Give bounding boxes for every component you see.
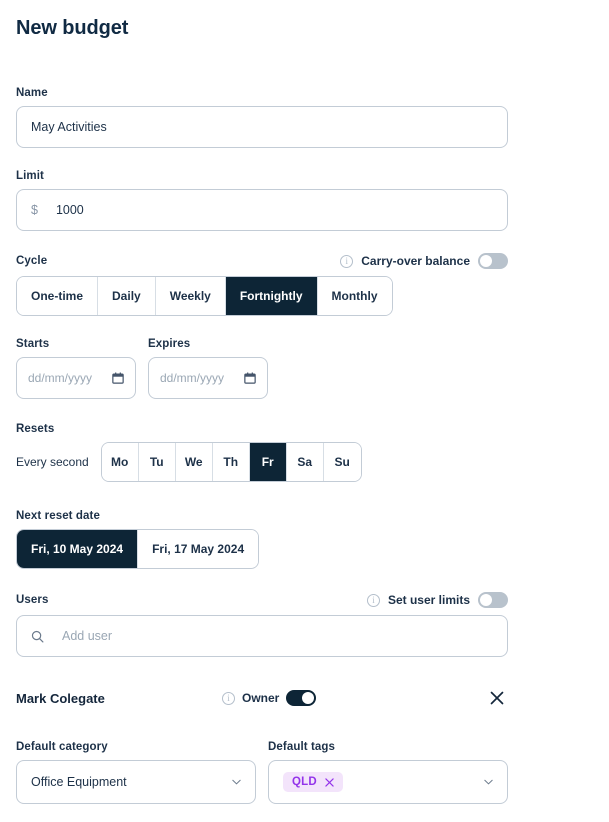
carry-over-balance-toggle[interactable]: [478, 253, 508, 269]
default-tags-group: Default tags QLD: [268, 741, 508, 804]
limit-input[interactable]: $ 1000: [16, 189, 508, 231]
owner-toggle[interactable]: [286, 690, 316, 706]
toggle-knob: [302, 692, 314, 704]
add-user-placeholder: Add user: [62, 629, 112, 643]
cycle-option-fortnightly[interactable]: Fortnightly: [226, 277, 318, 315]
starts-field-group: Starts dd/mm/yyyy: [16, 338, 136, 399]
expires-date-input[interactable]: dd/mm/yyyy: [148, 357, 268, 399]
cycle-group: Cycle i Carry-over balance One-time Dail…: [16, 253, 593, 316]
name-input-value: May Activities: [31, 120, 107, 134]
user-list-item: Mark Colegate i Owner: [16, 675, 508, 721]
tag-chip-label: QLD: [292, 776, 317, 788]
day-option-fr[interactable]: Fr: [250, 443, 287, 481]
search-icon: [31, 630, 44, 643]
day-option-su[interactable]: Su: [324, 443, 361, 481]
info-circle-icon: i: [367, 594, 380, 607]
day-option-we[interactable]: We: [176, 443, 213, 481]
info-circle-icon: i: [222, 692, 235, 705]
date-range-group: Starts dd/mm/yyyy Expires dd/mm/yyyy: [16, 338, 593, 399]
cycle-option-daily[interactable]: Daily: [98, 277, 156, 315]
day-option-th[interactable]: Th: [213, 443, 250, 481]
owner-label: Owner: [242, 691, 279, 705]
chevron-down-icon: [484, 779, 493, 785]
toggle-knob: [480, 255, 492, 267]
add-user-input[interactable]: Add user: [16, 615, 508, 657]
calendar-icon[interactable]: [244, 372, 256, 384]
starts-placeholder: dd/mm/yyyy: [28, 371, 92, 385]
starts-label: Starts: [16, 338, 136, 350]
starts-date-input[interactable]: dd/mm/yyyy: [16, 357, 136, 399]
day-option-sa[interactable]: Sa: [287, 443, 324, 481]
next-reset-option-first[interactable]: Fri, 10 May 2024: [17, 530, 138, 568]
resets-prefix: Every second: [16, 455, 89, 469]
name-field-group: Name May Activities: [16, 87, 593, 148]
day-option-mo[interactable]: Mo: [102, 443, 139, 481]
users-header-row: Users i Set user limits: [16, 592, 508, 608]
resets-group: Resets Every second Mo Tu We Th Fr Sa Su: [16, 423, 593, 482]
resets-label: Resets: [16, 423, 593, 435]
cycle-option-weekly[interactable]: Weekly: [156, 277, 226, 315]
close-icon: [490, 691, 504, 705]
limit-input-value: 1000: [56, 203, 84, 217]
currency-prefix: $: [31, 203, 38, 217]
next-reset-option-second[interactable]: Fri, 17 May 2024: [138, 530, 258, 568]
close-icon[interactable]: [325, 778, 334, 787]
expires-label: Expires: [148, 338, 268, 350]
cycle-segmented-control[interactable]: One-time Daily Weekly Fortnightly Monthl…: [16, 276, 393, 316]
remove-user-button[interactable]: [486, 687, 508, 709]
limit-label: Limit: [16, 170, 593, 182]
resets-day-selector[interactable]: Mo Tu We Th Fr Sa Su: [101, 442, 362, 482]
next-reset-date-selector[interactable]: Fri, 10 May 2024 Fri, 17 May 2024: [16, 529, 259, 569]
default-category-value: Office Equipment: [31, 775, 127, 789]
default-category-group: Default category Office Equipment: [16, 741, 256, 804]
day-option-tu[interactable]: Tu: [139, 443, 176, 481]
toggle-knob: [480, 594, 492, 606]
default-tags-label: Default tags: [268, 741, 508, 753]
name-label: Name: [16, 87, 593, 99]
default-tags-select[interactable]: QLD: [268, 760, 508, 804]
page-title: New budget: [16, 0, 593, 40]
name-input[interactable]: May Activities: [16, 106, 508, 148]
tag-chip[interactable]: QLD: [283, 772, 343, 792]
next-reset-date-group: Next reset date Fri, 10 May 2024 Fri, 17…: [16, 510, 593, 569]
default-category-select[interactable]: Office Equipment: [16, 760, 256, 804]
set-user-limits-control[interactable]: i Set user limits: [367, 592, 508, 608]
user-name: Mark Colegate: [16, 691, 222, 706]
defaults-row: Default category Office Equipment Defaul…: [16, 741, 593, 804]
cycle-option-one-time[interactable]: One-time: [17, 277, 98, 315]
limit-field-group: Limit $ 1000: [16, 170, 593, 231]
set-user-limits-label: Set user limits: [388, 593, 470, 607]
new-budget-form: New budget Name May Activities Limit $ 1…: [0, 0, 609, 822]
users-group: Users i Set user limits Add user Mark Co…: [16, 592, 593, 721]
default-category-label: Default category: [16, 741, 256, 753]
carry-over-balance-label: Carry-over balance: [361, 254, 470, 268]
chevron-down-icon: [232, 779, 241, 785]
owner-control[interactable]: i Owner: [222, 690, 316, 706]
info-circle-icon: i: [340, 255, 353, 268]
carry-over-balance-control[interactable]: i Carry-over balance: [340, 253, 508, 269]
cycle-header-row: Cycle i Carry-over balance: [16, 253, 508, 269]
next-reset-date-label: Next reset date: [16, 510, 593, 522]
cycle-option-monthly[interactable]: Monthly: [318, 277, 392, 315]
expires-placeholder: dd/mm/yyyy: [160, 371, 224, 385]
users-label: Users: [16, 594, 48, 606]
cycle-label: Cycle: [16, 255, 47, 267]
calendar-icon[interactable]: [112, 372, 124, 384]
set-user-limits-toggle[interactable]: [478, 592, 508, 608]
expires-field-group: Expires dd/mm/yyyy: [148, 338, 268, 399]
